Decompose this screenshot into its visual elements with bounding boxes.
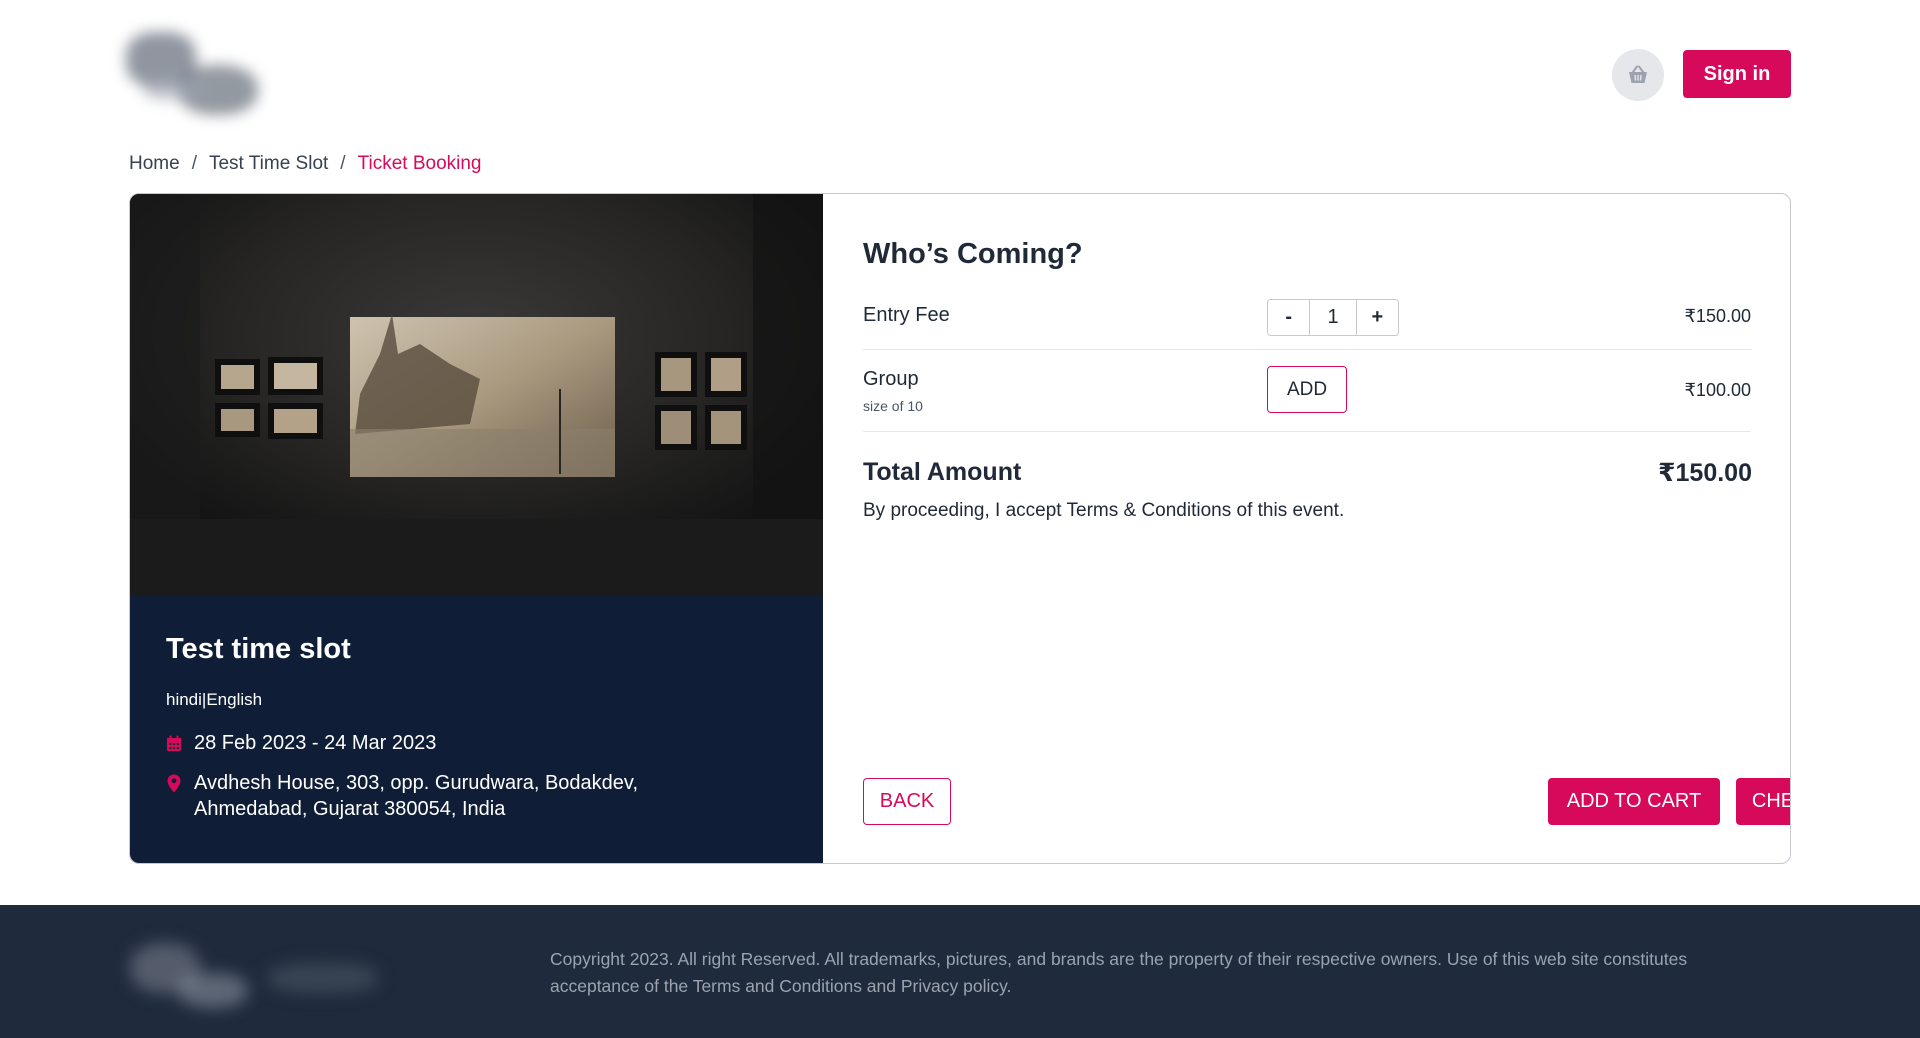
section-title: Who’s Coming?	[863, 238, 1083, 270]
site-header: Sign in	[0, 0, 1920, 140]
breadcrumb-separator: /	[191, 153, 197, 174]
event-summary-panel: Test time slot hindi|English 28 Feb 2023…	[130, 194, 823, 863]
ticket-row-entry-fee: Entry Fee - 1 + ₹150.00	[863, 284, 1751, 350]
breadcrumb: Home / Test Time Slot / Ticket Booking	[129, 151, 482, 177]
breadcrumb-current: Ticket Booking	[357, 153, 482, 174]
event-address-line2: Ahmedabad, Gujarat 380054, India	[194, 798, 506, 820]
ticket-selection-panel: Who’s Coming? Entry Fee - 1 + ₹150.00 Gr…	[823, 194, 1790, 863]
ticket-row-group: Group size of 10 ADD ₹100.00	[863, 350, 1751, 432]
event-title: Test time slot	[166, 633, 351, 665]
quantity-value[interactable]: 1	[1309, 300, 1357, 335]
event-dates-text: 28 Feb 2023 - 24 Mar 2023	[194, 732, 437, 754]
event-image	[130, 194, 823, 595]
ticket-sublabel: size of 10	[863, 398, 923, 414]
terms-text: By proceeding, I accept Terms & Conditio…	[863, 500, 1345, 521]
event-address: Avdhesh House, 303, opp. Gurudwara, Boda…	[166, 770, 787, 822]
location-pin-icon	[166, 770, 182, 796]
sign-in-button[interactable]: Sign in	[1683, 50, 1791, 98]
decrement-button[interactable]: -	[1268, 300, 1310, 335]
event-address-line1: Avdhesh House, 303, opp. Gurudwara, Boda…	[194, 772, 638, 794]
cart-button[interactable]	[1612, 49, 1664, 101]
total-value: ₹150.00	[1658, 459, 1752, 487]
add-group-button[interactable]: ADD	[1267, 366, 1347, 413]
footer-copyright: Copyright 2023. All right Reserved. All …	[550, 949, 1688, 996]
ticket-price: ₹150.00	[1684, 306, 1751, 326]
ticket-label: Group	[863, 368, 919, 390]
total-label: Total Amount	[863, 458, 1022, 486]
increment-button[interactable]: +	[1356, 300, 1398, 335]
event-dates: 28 Feb 2023 - 24 Mar 2023	[166, 730, 787, 756]
ticket-label: Entry Fee	[863, 304, 950, 326]
breadcrumb-event[interactable]: Test Time Slot	[209, 153, 328, 175]
ticket-price: ₹100.00	[1684, 380, 1751, 400]
quantity-stepper: - 1 +	[1267, 299, 1399, 336]
event-info: Test time slot hindi|English 28 Feb 2023…	[130, 595, 823, 863]
footer-logo[interactable]	[118, 923, 398, 1023]
cart-icon	[1629, 65, 1647, 83]
breadcrumb-separator: /	[340, 153, 346, 174]
breadcrumb-home[interactable]: Home	[129, 153, 180, 175]
site-footer: Copyright 2023. All right Reserved. All …	[0, 905, 1920, 1038]
checkout-button[interactable]: CHECKOUT	[1736, 778, 1790, 825]
back-button[interactable]: BACK	[863, 778, 951, 825]
site-logo[interactable]	[118, 20, 288, 130]
booking-card: Test time slot hindi|English 28 Feb 2023…	[129, 193, 1791, 864]
add-to-cart-button[interactable]: ADD TO CART	[1548, 778, 1720, 825]
calendar-icon	[166, 730, 182, 756]
event-languages: hindi|English	[166, 690, 263, 709]
